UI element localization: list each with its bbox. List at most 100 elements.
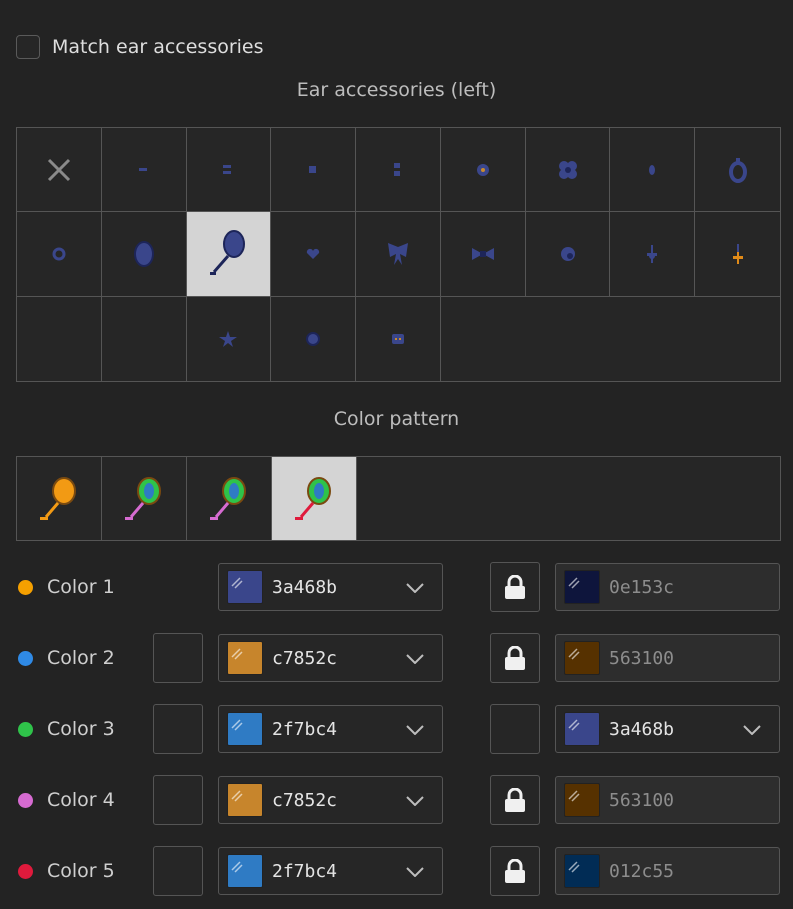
dash-stud-icon — [138, 167, 149, 172]
empty-grid-cell — [610, 297, 695, 381]
ear-accessory-option[interactable] — [440, 212, 526, 297]
color-4-label: Color 4 — [47, 789, 115, 811]
swatch-gloss-icon — [231, 645, 243, 660]
color-2-main-hex: c7852c — [272, 647, 338, 669]
color-4-lock-toggle[interactable] — [490, 775, 540, 825]
color-5-main-hex: 2f7bc4 — [272, 860, 338, 882]
none-x-icon — [45, 156, 73, 184]
color-1-secondary-hex: 0e153c — [609, 576, 675, 598]
color-2-secondary-swatch — [564, 641, 600, 675]
color-3-secondary-swatch — [564, 712, 600, 746]
color-4-dot — [18, 793, 33, 808]
bow-icon — [470, 246, 496, 262]
swatch-gloss-icon — [568, 574, 580, 589]
heart-stud-icon — [306, 248, 320, 260]
star-stud-icon — [219, 330, 238, 347]
ear-accessory-option[interactable] — [610, 212, 696, 297]
color-1-secondary-dropdown: 0e153c — [555, 563, 780, 611]
ear-accessory-option[interactable] — [525, 128, 611, 213]
crescent-left-icon — [52, 331, 66, 347]
color-2-main-swatch — [227, 641, 263, 675]
chevron-down-icon — [406, 649, 424, 668]
swatch-gloss-icon — [568, 858, 580, 873]
crescent-right-icon — [137, 331, 151, 347]
ear-accessory-option[interactable] — [186, 128, 272, 213]
color-3-label: Color 3 — [47, 718, 115, 740]
small-drop-icon — [649, 164, 656, 175]
color-3-main-swatch — [227, 712, 263, 746]
ear-accessory-option[interactable] — [695, 212, 780, 297]
color-5-option-box[interactable] — [153, 846, 203, 896]
ear-accessory-option[interactable] — [356, 296, 441, 381]
color-2-main-dropdown[interactable]: c7852c — [218, 634, 443, 682]
ear-accessory-option[interactable] — [356, 212, 441, 297]
pattern-green-blue-alt-icon — [208, 475, 250, 523]
color-2-label: Color 2 — [47, 647, 115, 669]
color-pattern-option[interactable] — [272, 457, 357, 540]
swatch-gloss-icon — [231, 574, 243, 589]
color-5-main-swatch — [227, 854, 263, 888]
color-3-main-dropdown[interactable]: 2f7bc4 — [218, 705, 443, 753]
chevron-down-icon — [406, 578, 424, 597]
swatch-gloss-icon — [231, 858, 243, 873]
ear-accessory-option[interactable] — [525, 212, 611, 297]
ear-accessory-option[interactable] — [101, 212, 187, 297]
ear-accessories-grid — [16, 127, 781, 382]
ear-accessory-option[interactable] — [440, 128, 526, 213]
chevron-down-icon — [406, 791, 424, 810]
lock-icon — [504, 859, 526, 883]
color-2-dot — [18, 651, 33, 666]
ear-accessory-option[interactable] — [695, 128, 780, 213]
ear-accessory-option[interactable] — [356, 128, 441, 213]
swatch-gloss-icon — [231, 787, 243, 802]
color-pattern-option[interactable] — [17, 457, 102, 540]
ear-accessory-option[interactable] — [17, 128, 102, 213]
color-2-option-box[interactable] — [153, 633, 203, 683]
face-stud-icon — [391, 333, 405, 345]
color-1-dot — [18, 580, 33, 595]
ear-accessory-option[interactable] — [101, 128, 187, 213]
color-1-lock-toggle[interactable] — [490, 562, 540, 612]
pattern-solid-orange-icon — [38, 475, 80, 523]
color-pattern-title: Color pattern — [333, 408, 460, 430]
color-5-lock-toggle[interactable] — [490, 846, 540, 896]
double-dot-stud-icon — [393, 162, 402, 177]
color-2-lock-toggle[interactable] — [490, 633, 540, 683]
color-4-main-hex: c7852c — [272, 789, 338, 811]
color-3-lock-toggle[interactable] — [490, 704, 540, 754]
ear-accessories-title: Ear accessories (left) — [296, 79, 497, 101]
ear-accessory-option[interactable] — [102, 296, 187, 381]
ear-accessory-option[interactable] — [17, 212, 102, 297]
color-4-secondary-hex: 563100 — [609, 789, 675, 811]
color-5-main-dropdown[interactable]: 2f7bc4 — [218, 847, 443, 895]
ear-accessory-option[interactable] — [271, 296, 357, 381]
color-3-secondary-dropdown[interactable]: 3a468b — [555, 705, 780, 753]
color-1-main-dropdown[interactable]: 3a468b — [218, 563, 443, 611]
color-1-secondary-swatch — [564, 570, 600, 604]
color-3-option-box[interactable] — [153, 704, 203, 754]
empty-grid-cell — [526, 297, 611, 381]
match-ear-accessories-label: Match ear accessories — [52, 36, 264, 58]
color-5-secondary-dropdown: 012c55 — [555, 847, 780, 895]
color-4-main-dropdown[interactable]: c7852c — [218, 776, 443, 824]
ear-accessory-option[interactable] — [186, 212, 272, 297]
ear-accessory-option[interactable] — [187, 296, 272, 381]
swirl-icon — [559, 245, 577, 263]
crescent-hoop-icon — [52, 247, 66, 261]
ear-accessory-option[interactable] — [271, 128, 357, 213]
color-pattern-option[interactable] — [187, 457, 272, 540]
color-pattern-option[interactable] — [102, 457, 187, 540]
ear-accessory-option[interactable] — [271, 212, 357, 297]
chevron-down-icon — [743, 720, 761, 739]
color-5-secondary-swatch — [564, 854, 600, 888]
color-4-option-box[interactable] — [153, 775, 203, 825]
color-4-main-swatch — [227, 783, 263, 817]
color-5-dot — [18, 864, 33, 879]
color-4-secondary-swatch — [564, 783, 600, 817]
ear-accessory-option[interactable] — [610, 128, 696, 213]
ear-accessory-option[interactable] — [17, 296, 102, 381]
color-1-label: Color 1 — [47, 576, 115, 598]
square-stud-icon — [309, 165, 317, 174]
hoop-icon — [728, 157, 747, 183]
match-ear-accessories-checkbox[interactable] — [16, 35, 40, 59]
